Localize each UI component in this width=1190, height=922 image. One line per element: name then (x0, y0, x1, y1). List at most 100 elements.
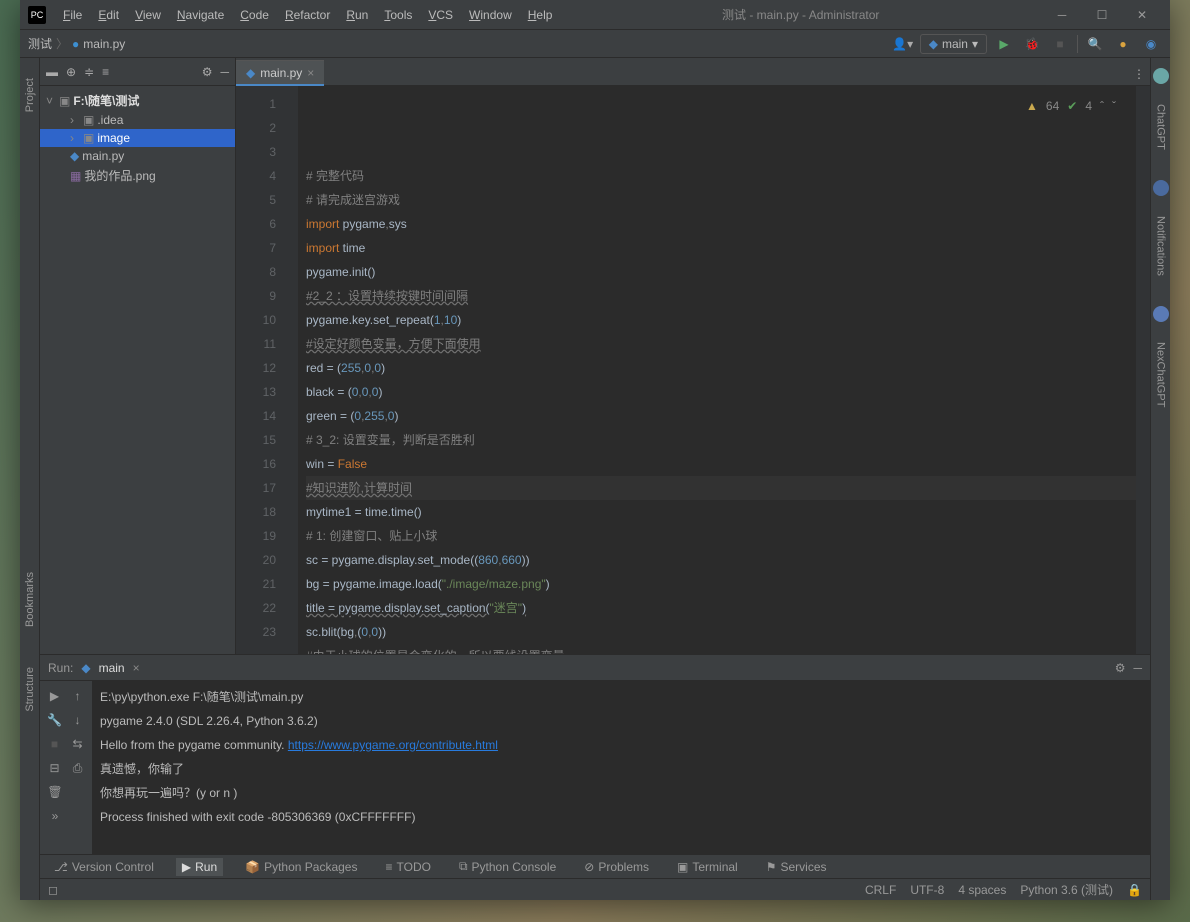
menu-edit[interactable]: Edit (91, 5, 126, 25)
menu-run[interactable]: Run (339, 5, 375, 25)
structure-tool-tab[interactable]: Structure (24, 667, 36, 712)
down-icon[interactable]: ˇ (1112, 94, 1116, 118)
maximize-button[interactable]: ☐ (1082, 3, 1122, 27)
tree-item[interactable]: ▦ 我的作品.png (40, 165, 235, 186)
hide-run-icon[interactable]: ─ (1133, 661, 1142, 675)
search-icon[interactable]: 🔍 (1084, 33, 1106, 55)
close-window-button[interactable]: ✕ (1122, 3, 1162, 27)
menu-code[interactable]: Code (233, 5, 276, 25)
select-target-icon[interactable]: ⊕ (66, 65, 76, 79)
status-python[interactable]: Python 3.6 (测试) (1020, 881, 1113, 898)
editor-area: ◆ main.py × ⋮ 12345678910111213141516171… (236, 58, 1150, 654)
title-bar: PC FileEditViewNavigateCodeRefactorRunTo… (20, 0, 1170, 30)
stop-button[interactable]: ■ (1049, 33, 1071, 55)
soft-wrap-icon[interactable]: ⇆ (67, 733, 88, 755)
run-config: main (99, 661, 125, 675)
notifications-tab[interactable]: Notifications (1155, 216, 1167, 276)
bottom-tab-problems[interactable]: ⊘Problems (578, 858, 655, 876)
more-icon[interactable]: » (44, 805, 66, 827)
chatgpt-tab[interactable]: ChatGPT (1155, 104, 1167, 150)
python-file-icon: ◆ (246, 66, 255, 80)
close-run-tab-icon[interactable]: × (133, 661, 140, 675)
menu-file[interactable]: File (56, 5, 89, 25)
run-config-selector[interactable]: ◆ main ▾ (920, 34, 987, 54)
bottom-tab-services[interactable]: ⚑Services (760, 858, 833, 876)
run-button[interactable]: ▶ (993, 33, 1015, 55)
debug-button[interactable]: 🐞 (1021, 33, 1043, 55)
bottom-tool-tabs: ⎇Version Control ▶Run 📦Python Packages ≡TOD… (40, 854, 1150, 878)
app-logo-icon: PC (28, 6, 46, 24)
code-editor[interactable]: ▲64 ✔4 ˆ ˇ # 完整代码# 请完成迷宫游戏import pygame,… (298, 86, 1136, 654)
line-gutter[interactable]: 1234567891011121314151617181920212223 (236, 86, 284, 654)
menu-refactor[interactable]: Refactor (278, 5, 337, 25)
chevron-down-icon: ▾ (972, 37, 978, 51)
project-tool-tab[interactable]: Project (24, 78, 36, 112)
bottom-tab-version-control[interactable]: ⎇Version Control (48, 858, 160, 876)
menu-navigate[interactable]: Navigate (170, 5, 231, 25)
python-icon: ◆ (81, 661, 90, 675)
status-eol[interactable]: CRLF (865, 883, 896, 897)
notifications-icon[interactable] (1153, 180, 1169, 196)
bottom-tab-python-packages[interactable]: 📦Python Packages (239, 858, 363, 876)
bottom-tab-python-console[interactable]: ⧉Python Console (453, 857, 562, 876)
fold-gutter[interactable] (284, 86, 298, 654)
navigation-toolbar: 测试 〉 ● main.py 👤▾ ◆ main ▾ ▶ 🐞 ■ 🔍 ● ◉ (20, 30, 1170, 58)
breadcrumb-file[interactable]: main.py (83, 37, 125, 51)
bookmarks-tool-tab[interactable]: Bookmarks (24, 572, 36, 627)
user-icon[interactable]: 👤▾ (892, 33, 914, 55)
menu-view[interactable]: View (128, 5, 168, 25)
status-project-icon[interactable]: ◻ (48, 883, 58, 897)
console-output[interactable]: E:\py\python.exe F:\随笔\测试\main.pypygame … (92, 681, 1150, 854)
minimize-button[interactable]: ─ (1042, 3, 1082, 27)
tree-item[interactable]: ◆ main.py (40, 147, 235, 165)
inspections-widget[interactable]: ▲64 ✔4 ˆ ˇ (1026, 94, 1116, 118)
breadcrumb-root[interactable]: 测试 (28, 35, 52, 52)
main-menu: FileEditViewNavigateCodeRefactorRunTools… (56, 5, 559, 25)
bottom-tab-terminal[interactable]: ▣Terminal (671, 858, 744, 876)
run-toolwindow: Run: ◆ main × ⚙ ─ ▶↑ 🔧↓ ■⇆ ⊟⎙ 🗑 » (40, 654, 1150, 854)
status-indent[interactable]: 4 spaces (958, 883, 1006, 897)
up-stack-button[interactable]: ↑ (67, 685, 88, 707)
nexchat-icon[interactable] (1153, 306, 1169, 322)
editor-scrollbar[interactable] (1136, 86, 1150, 654)
tree-item[interactable]: ›▣ .idea (40, 111, 235, 129)
nexchat-tab[interactable]: NexChatGPT (1155, 342, 1167, 407)
rerun-button[interactable]: ▶ (44, 685, 65, 707)
project-toolwindow: ▬ ⊕ ≑ ≡ ⚙ ─ ˅▣ F:\随笔\测试›▣ .idea›▣ image◆… (40, 58, 236, 654)
menu-window[interactable]: Window (462, 5, 519, 25)
hide-icon[interactable]: ─ (220, 65, 229, 79)
gear-icon[interactable]: ⚙ (1115, 661, 1126, 675)
warning-icon: ▲ (1026, 94, 1038, 118)
bottom-tab-todo[interactable]: ≡TODO (379, 858, 436, 876)
chevron-right-icon: 〉 (56, 35, 68, 52)
status-encoding[interactable]: UTF-8 (910, 883, 944, 897)
tab-options-icon[interactable]: ⋮ (1128, 63, 1150, 85)
ide-window: PC FileEditViewNavigateCodeRefactorRunTo… (20, 0, 1170, 900)
stop-run-button[interactable]: ■ (44, 733, 65, 755)
console-link[interactable]: https://www.pygame.org/contribute.html (288, 738, 498, 752)
python-file-icon: ● (72, 37, 79, 51)
editor-tab[interactable]: ◆ main.py × (236, 60, 324, 85)
gear-icon[interactable]: ⚙ (202, 65, 213, 79)
delete-icon[interactable]: 🗑 (44, 781, 66, 803)
tree-root[interactable]: ˅▣ F:\随笔\测试 (40, 90, 235, 111)
close-tab-icon[interactable]: × (307, 66, 314, 80)
scroll-end-icon[interactable]: ⎙ (67, 757, 88, 779)
lock-icon[interactable]: 🔒 (1127, 883, 1142, 897)
tree-item[interactable]: ›▣ image (40, 129, 235, 147)
up-icon[interactable]: ˆ (1100, 94, 1104, 118)
menu-vcs[interactable]: VCS (421, 5, 460, 25)
expand-icon[interactable]: ≡ (102, 65, 109, 79)
menu-help[interactable]: Help (521, 5, 560, 25)
project-tree: ˅▣ F:\随笔\测试›▣ .idea›▣ image◆ main.py▦ 我的… (40, 86, 235, 190)
collapse-icon[interactable]: ≑ (84, 65, 94, 79)
layout-icon[interactable]: ⊟ (44, 757, 65, 779)
menu-tools[interactable]: Tools (377, 5, 419, 25)
down-stack-button[interactable]: ↓ (67, 709, 88, 731)
bottom-tab-run[interactable]: ▶Run (176, 858, 223, 876)
plugin-icon[interactable]: ◉ (1140, 33, 1162, 55)
chatgpt-icon[interactable] (1153, 68, 1169, 84)
window-title: 测试 - main.py - Administrator (559, 6, 1042, 23)
wrench-icon[interactable]: 🔧 (44, 709, 65, 731)
ide-update-icon[interactable]: ● (1112, 33, 1134, 55)
